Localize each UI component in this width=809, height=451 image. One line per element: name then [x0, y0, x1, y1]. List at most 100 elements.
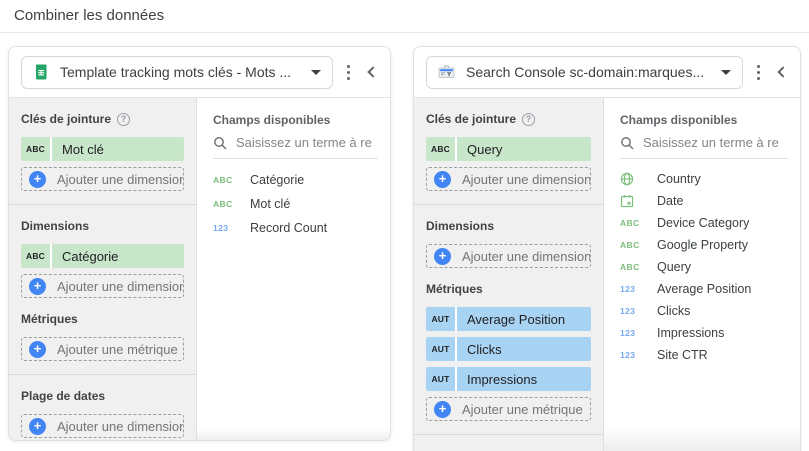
add-metric-button[interactable]: + Ajouter une métrique — [426, 397, 591, 421]
field-item[interactable]: ABC Query — [604, 256, 800, 278]
text-type-icon: ABC — [620, 240, 644, 250]
section-heading: Clés de jointure ? — [21, 112, 184, 126]
add-button-label: Ajouter une dimension — [57, 172, 184, 187]
number-type-icon: 123 — [620, 328, 644, 338]
number-type-icon: 123 — [213, 223, 237, 233]
field-item[interactable]: ABC Google Property — [604, 234, 800, 256]
field-label: Clicks — [657, 304, 690, 318]
join-keys-section: Clés de jointure ? ABC Query + Ajouter u… — [414, 98, 603, 204]
field-item[interactable]: 123 Site CTR — [604, 344, 800, 366]
field-search[interactable] — [213, 134, 378, 159]
search-input[interactable] — [236, 135, 378, 150]
chip-label: Clicks — [457, 337, 591, 361]
metric-chip[interactable]: AUT Clicks — [426, 337, 591, 361]
aggregation-badge: AUT — [426, 337, 457, 361]
chip-label: Impressions — [457, 367, 591, 391]
text-type-icon: ABC — [620, 262, 644, 272]
dimensions-heading: Dimensions — [21, 219, 184, 233]
panel-body: Clés de jointure ? ABC Query + Ajouter u… — [414, 98, 800, 451]
field-item[interactable]: ABC Mot clé — [197, 192, 390, 216]
field-label: Average Position — [657, 282, 751, 296]
field-label: Record Count — [250, 221, 327, 235]
field-item[interactable]: 123 Impressions — [604, 322, 800, 344]
add-metric-button[interactable]: + Ajouter une métrique — [21, 337, 184, 361]
join-key-chip[interactable]: ABC Query — [426, 137, 591, 161]
add-dimension-button[interactable]: + Ajouter une dimension — [21, 167, 184, 191]
help-icon[interactable]: ? — [117, 113, 130, 126]
plus-icon: + — [29, 418, 46, 435]
metric-chip[interactable]: AUT Average Position — [426, 307, 591, 331]
dimensions-metrics-section: Dimensions ABC Catégorie + Ajouter une d… — [9, 205, 196, 374]
more-options-icon[interactable] — [748, 61, 768, 84]
available-fields-heading: Champs disponibles — [604, 98, 800, 127]
field-item[interactable]: Date — [604, 190, 800, 212]
chip-label: Mot clé — [52, 137, 184, 161]
blend-config-column: Clés de jointure ? ABC Mot clé + Ajouter… — [9, 98, 197, 440]
plus-icon: + — [29, 278, 46, 295]
field-label: Query — [657, 260, 691, 274]
google-sheets-icon — [33, 64, 49, 80]
source-selector[interactable]: Search Console sc-domain:marques... — [426, 56, 743, 89]
field-item[interactable]: 123 Record Count — [197, 216, 390, 240]
chip-label: Average Position — [457, 307, 591, 331]
search-icon — [213, 136, 227, 150]
field-item[interactable]: 123 Clicks — [604, 300, 800, 322]
available-fields-column: Champs disponibles — [604, 98, 800, 451]
help-icon[interactable]: ? — [522, 113, 535, 126]
metrics-heading: Métriques — [426, 282, 591, 296]
plus-icon: + — [29, 341, 46, 358]
join-keys-section: Clés de jointure ? ABC Mot clé + Ajouter… — [9, 98, 196, 204]
field-search[interactable] — [620, 134, 788, 159]
add-button-label: Ajouter une dimension — [57, 419, 184, 434]
globe-icon — [620, 172, 644, 186]
chip-label: Query — [457, 137, 591, 161]
number-type-icon: 123 — [620, 284, 644, 294]
field-label: Impressions — [657, 326, 724, 340]
dimensions-metrics-section: Dimensions + Ajouter une dimension Métri… — [414, 205, 603, 434]
chevron-down-icon — [721, 70, 731, 75]
field-list: Country Date — [604, 159, 800, 366]
blend-config-column: Clés de jointure ? ABC Query + Ajouter u… — [414, 98, 604, 451]
field-item[interactable]: 123 Average Position — [604, 278, 800, 300]
field-type-badge: ABC — [21, 244, 52, 268]
date-range-section: Plage de dates + Ajouter une dimension — [9, 375, 196, 441]
blend-data-editor: Combiner les données Template tracking m… — [0, 0, 809, 451]
metric-chip[interactable]: AUT Impressions — [426, 367, 591, 391]
page-title: Combiner les données — [14, 7, 164, 24]
search-input[interactable] — [643, 135, 788, 150]
add-date-dimension-button[interactable]: + Ajouter une dimension — [21, 414, 184, 438]
date-range-section: Plage de dates — [414, 435, 603, 451]
collapse-panel-icon[interactable] — [770, 61, 792, 83]
more-options-icon[interactable] — [338, 61, 358, 84]
field-label: Country — [657, 172, 701, 186]
field-item[interactable]: Country — [604, 168, 800, 190]
source-selector[interactable]: Template tracking mots clés - Mots ... — [21, 56, 333, 89]
source-header: Search Console sc-domain:marques... — [414, 47, 800, 98]
search-icon — [620, 136, 634, 150]
field-label: Mot clé — [250, 197, 290, 211]
panel-body: Clés de jointure ? ABC Mot clé + Ajouter… — [9, 98, 390, 440]
field-item[interactable]: ABC Device Category — [604, 212, 800, 234]
field-type-badge: ABC — [426, 137, 457, 161]
field-label: Catégorie — [250, 173, 304, 187]
add-dimension-button[interactable]: + Ajouter une dimension — [426, 167, 591, 191]
plus-icon: + — [434, 171, 451, 188]
field-label: Device Category — [657, 216, 749, 230]
title-divider — [0, 32, 809, 33]
field-label: Date — [657, 194, 683, 208]
aggregation-badge: AUT — [426, 307, 457, 331]
plus-icon: + — [434, 248, 451, 265]
chip-label: Catégorie — [52, 244, 184, 268]
add-dimension-button[interactable]: + Ajouter une dimension — [21, 274, 184, 298]
collapse-panel-icon[interactable] — [360, 61, 382, 83]
join-keys-label: Clés de jointure — [426, 112, 516, 126]
join-keys-label: Clés de jointure — [21, 112, 111, 126]
text-type-icon: ABC — [213, 175, 237, 185]
dimension-chip[interactable]: ABC Catégorie — [21, 244, 184, 268]
plus-icon: + — [434, 401, 451, 418]
search-console-icon — [438, 64, 455, 80]
source-name: Template tracking mots clés - Mots ... — [60, 64, 300, 80]
join-key-chip[interactable]: ABC Mot clé — [21, 137, 184, 161]
add-dimension-button[interactable]: + Ajouter une dimension — [426, 244, 591, 268]
field-item[interactable]: ABC Catégorie — [197, 168, 390, 192]
